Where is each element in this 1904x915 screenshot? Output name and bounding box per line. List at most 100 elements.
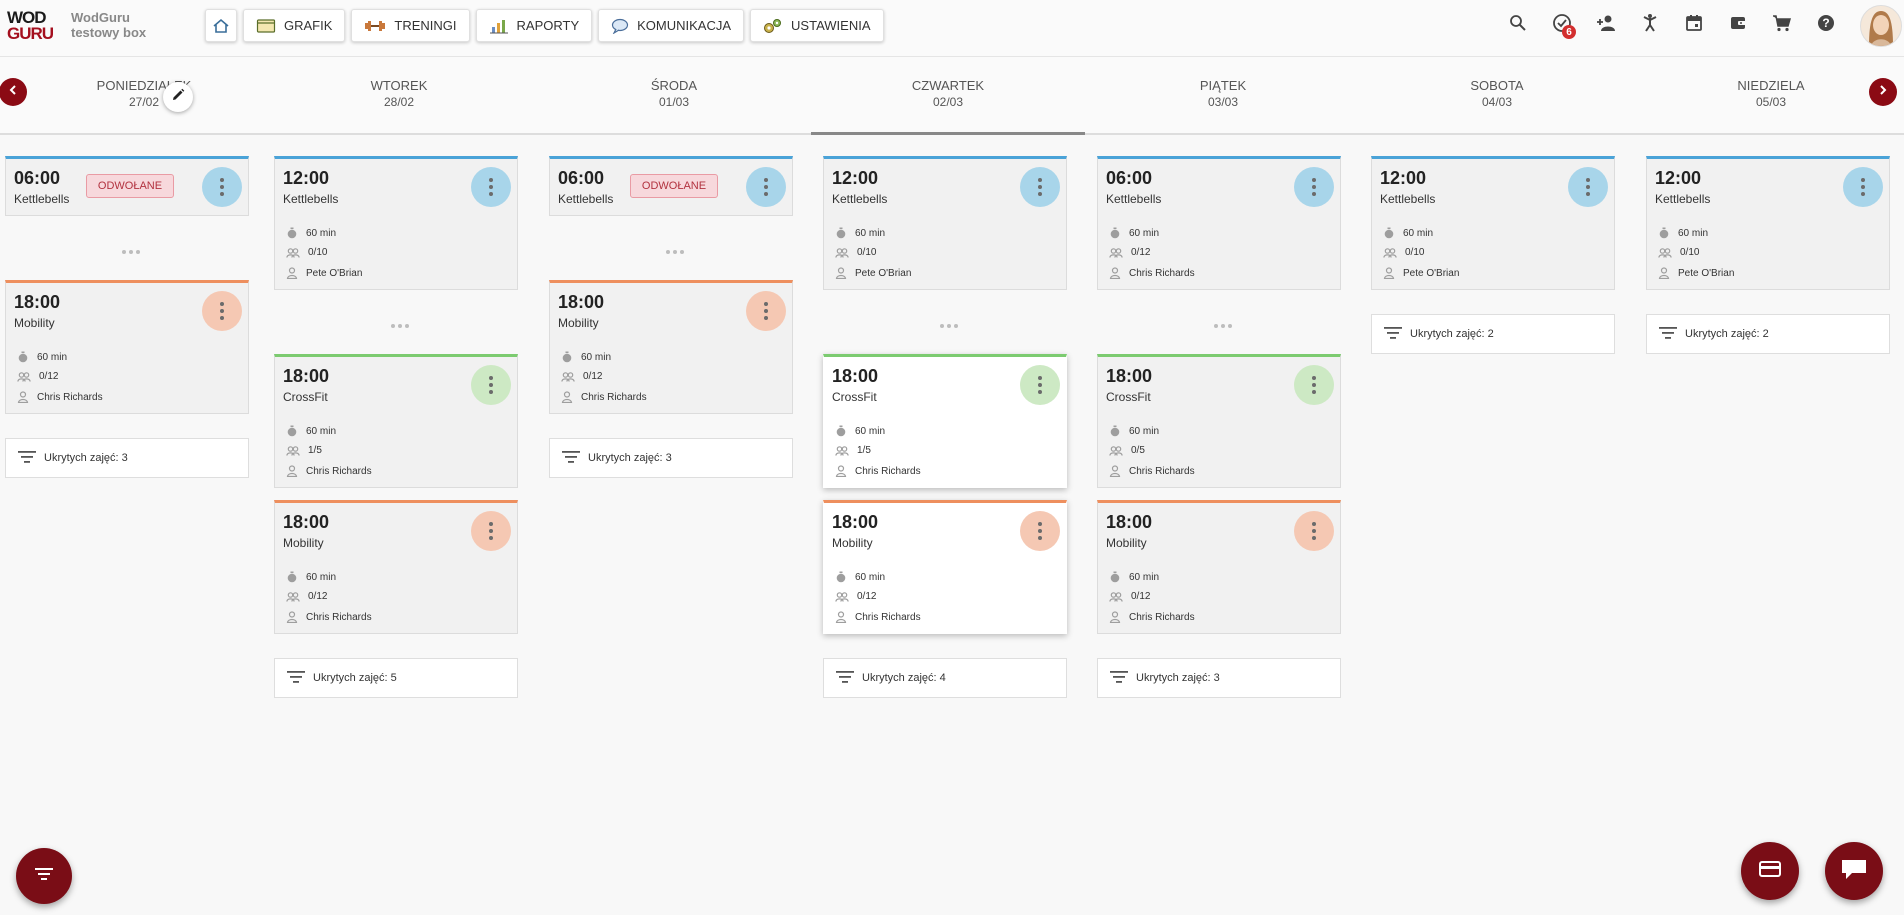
class-card[interactable]: 18:00 Mobility 60 min 0/12 Chris Richards [549, 280, 793, 414]
speech-bubble-icon [611, 18, 629, 34]
class-menu-button[interactable] [1568, 167, 1608, 207]
class-capacity-row: 0/12 [286, 591, 327, 602]
class-coach: Pete O'Brian [1403, 267, 1460, 279]
chat-fab-button[interactable] [1825, 842, 1883, 900]
nav-communication-button[interactable]: KOMUNIKACJA [598, 9, 745, 42]
person-icon [1109, 465, 1121, 477]
people-icon [561, 371, 575, 382]
hidden-classes-button[interactable]: Ukrytych zajęć: 2 [1371, 314, 1615, 354]
class-capacity: 0/12 [1131, 591, 1151, 602]
class-card[interactable]: 18:00 Mobility 60 min 0/12 Chris Richards [1097, 500, 1341, 634]
next-week-button[interactable] [1869, 78, 1897, 106]
hidden-classes-button[interactable]: Ukrytych zajęć: 2 [1646, 314, 1890, 354]
calendar-button[interactable] [1672, 12, 1716, 38]
cart-icon [1772, 14, 1792, 37]
class-duration: 60 min [306, 571, 337, 583]
class-card[interactable]: 18:00 CrossFit 60 min 1/5 Chris Richards [823, 354, 1067, 488]
avatar[interactable] [1860, 5, 1902, 47]
nav-trainings-button[interactable]: TRENINGI [351, 9, 470, 42]
class-duration: 60 min [37, 351, 68, 363]
class-time: 18:00 [1106, 512, 1153, 532]
person-icon [835, 611, 847, 623]
prev-week-button[interactable] [0, 78, 27, 106]
class-card[interactable]: 12:00 Kettlebells 60 min 0/10 Pete O'Brian [1646, 156, 1890, 290]
shop-button[interactable] [1760, 12, 1804, 38]
class-duration: 60 min [855, 425, 886, 437]
class-menu-button[interactable] [1294, 365, 1334, 405]
more-classes-indicator[interactable] [940, 324, 958, 328]
class-name: CrossFit [832, 390, 877, 404]
timer-icon [835, 425, 847, 437]
training-button[interactable] [1628, 12, 1672, 38]
more-vert-icon [1038, 376, 1042, 394]
class-menu-button[interactable] [1020, 365, 1060, 405]
day-header-thursday[interactable]: CZWARTEK 02/03 [811, 57, 1085, 135]
home-button[interactable] [205, 9, 237, 42]
class-time: 12:00 [832, 168, 879, 188]
filter-fab-button[interactable] [16, 848, 72, 904]
class-name: CrossFit [1106, 390, 1151, 404]
wallet-button[interactable] [1716, 12, 1760, 38]
nav-reports-button[interactable]: RAPORTY [475, 9, 593, 42]
more-vert-icon [1312, 376, 1316, 394]
payment-fab-button[interactable] [1741, 842, 1799, 900]
class-capacity: 0/10 [308, 247, 328, 258]
edit-button[interactable] [163, 82, 193, 112]
week-header: PONIEDZIAŁEK 27/02 WTOREK 28/02 ŚRODA 01… [0, 57, 1904, 135]
class-card[interactable]: 18:00 CrossFit 60 min 1/5 Chris Richards [274, 354, 518, 488]
logo[interactable]: WOD GURU [7, 9, 54, 42]
class-menu-button[interactable] [202, 291, 242, 331]
class-card[interactable]: 18:00 CrossFit 60 min 0/5 Chris Richards [1097, 354, 1341, 488]
help-button[interactable]: ? [1804, 12, 1848, 38]
class-duration: 60 min [1129, 425, 1160, 437]
hidden-classes-button[interactable]: Ukrytych zajęć: 3 [5, 438, 249, 478]
more-vert-icon [1586, 178, 1590, 196]
class-card[interactable]: 12:00 Kettlebells 60 min 0/10 Pete O'Brian [274, 156, 518, 290]
class-card[interactable]: 06:00 Kettlebells ODWOŁANE [5, 156, 249, 216]
search-icon [1509, 14, 1527, 37]
hidden-classes-button[interactable]: Ukrytych zajęć: 3 [1097, 658, 1341, 698]
nav-settings-button[interactable]: USTAWIENIA [750, 9, 884, 42]
class-card[interactable]: 06:00 Kettlebells 60 min 0/12 Chris Richards [1097, 156, 1341, 290]
class-menu-button[interactable] [471, 511, 511, 551]
class-capacity-row: 0/10 [1383, 247, 1424, 258]
class-menu-button[interactable] [1020, 511, 1060, 551]
class-name: Mobility [14, 316, 55, 330]
class-menu-button[interactable] [471, 365, 511, 405]
class-duration-row: 60 min [561, 351, 611, 363]
class-time: 18:00 [283, 512, 330, 532]
class-card[interactable]: 12:00 Kettlebells 60 min 0/10 Pete O'Brian [823, 156, 1067, 290]
class-card[interactable]: 18:00 Mobility 60 min 0/12 Chris Richards [5, 280, 249, 414]
more-classes-indicator[interactable] [1214, 324, 1232, 328]
bar-chart-icon [489, 18, 509, 34]
class-menu-button[interactable] [1020, 167, 1060, 207]
search-button[interactable] [1496, 12, 1540, 38]
add-person-button[interactable] [1584, 12, 1628, 38]
class-menu-button[interactable] [1294, 511, 1334, 551]
day-header-monday[interactable]: PONIEDZIAŁEK 27/02 [7, 57, 281, 133]
more-vert-icon [220, 302, 224, 320]
more-classes-indicator[interactable] [122, 250, 140, 254]
tasks-button[interactable]: 6 [1540, 12, 1584, 39]
class-menu-button[interactable] [1294, 167, 1334, 207]
class-menu-button[interactable] [746, 167, 786, 207]
class-menu-button[interactable] [471, 167, 511, 207]
class-card[interactable]: 18:00 Mobility 60 min 0/12 Chris Richards [274, 500, 518, 634]
more-classes-indicator[interactable] [391, 324, 409, 328]
class-menu-button[interactable] [746, 291, 786, 331]
class-card[interactable]: 12:00 Kettlebells 60 min 0/10 Pete O'Brian [1371, 156, 1615, 290]
class-card[interactable]: 06:00 Kettlebells ODWOŁANE [549, 156, 793, 216]
day-header-wednesday[interactable]: ŚRODA 01/03 [537, 57, 811, 133]
day-header-tuesday[interactable]: WTOREK 28/02 [262, 57, 536, 133]
day-header-sunday[interactable]: NIEDZIELA 05/03 [1634, 57, 1904, 133]
hidden-classes-button[interactable]: Ukrytych zajęć: 3 [549, 438, 793, 478]
more-classes-indicator[interactable] [666, 250, 684, 254]
class-menu-button[interactable] [202, 167, 242, 207]
class-card[interactable]: 18:00 Mobility 60 min 0/12 Chris Richards [823, 500, 1067, 634]
class-menu-button[interactable] [1843, 167, 1883, 207]
day-header-friday[interactable]: PIĄTEK 03/03 [1086, 57, 1360, 133]
day-header-saturday[interactable]: SOBOTA 04/03 [1360, 57, 1634, 133]
nav-schedule-button[interactable]: GRAFIK [243, 9, 346, 42]
hidden-classes-button[interactable]: Ukrytych zajęć: 5 [274, 658, 518, 698]
hidden-classes-button[interactable]: Ukrytych zajęć: 4 [823, 658, 1067, 698]
